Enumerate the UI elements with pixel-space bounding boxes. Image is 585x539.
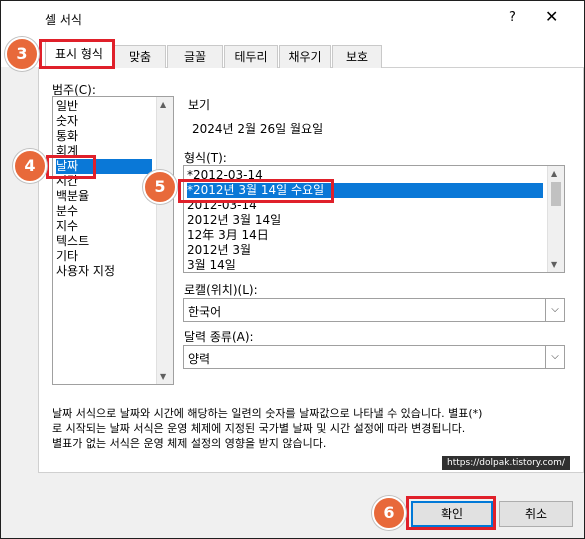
chevron-down-icon[interactable]: ⌵ xyxy=(545,346,564,368)
category-item[interactable]: 일반 xyxy=(56,99,78,114)
tab-fill[interactable]: 채우기 xyxy=(279,45,331,68)
callout-badge-5: 5 xyxy=(143,170,177,204)
tab-border[interactable]: 테두리 xyxy=(224,45,278,68)
category-item[interactable]: 통화 xyxy=(56,129,78,144)
description-line: 별표가 없는 서식은 운영 체제 설정의 영향을 받지 않습니다. xyxy=(52,437,327,450)
locale-select[interactable]: 한국어 ⌵ xyxy=(183,298,565,322)
format-cells-dialog: 셀 서식 ? ✕ 표시 형식 맞춤 글꼴 테두리 채우기 보호 범주(C): 일… xyxy=(0,0,585,539)
format-item[interactable]: 3월 14일 xyxy=(187,258,236,273)
category-item[interactable]: 기타 xyxy=(56,249,78,264)
callout-badge-3: 3 xyxy=(5,37,39,71)
watermark: https://dolpak.tistory.com/ xyxy=(442,456,570,470)
format-scrollbar[interactable]: ▲ ▼ xyxy=(547,166,564,272)
category-item[interactable]: 분수 xyxy=(56,204,78,219)
callout-badge-6: 6 xyxy=(372,496,406,530)
description-line: 로 시작되는 날짜 서식은 운영 체제에 지정된 국가별 날짜 및 시간 설정에… xyxy=(52,422,466,435)
cancel-button[interactable]: 취소 xyxy=(499,501,573,527)
locale-label: 로캘(위치)(L): xyxy=(184,283,258,297)
format-item[interactable]: 12年 3月 14日 xyxy=(187,228,269,243)
highlight-date-category xyxy=(46,155,96,179)
format-item[interactable]: 2012년 3월 14일 xyxy=(187,213,281,228)
chevron-down-icon[interactable]: ⌵ xyxy=(545,299,564,321)
scroll-down-icon[interactable]: ▼ xyxy=(551,260,557,269)
button-bar xyxy=(1,482,584,538)
category-list[interactable]: 일반 숫자 통화 회계 날짜 시간 백분율 분수 지수 텍스트 기타 사용자 지… xyxy=(52,96,174,385)
close-button[interactable]: ✕ xyxy=(545,7,558,26)
scroll-up-icon[interactable]: ▲ xyxy=(160,100,166,109)
dialog-title: 셀 서식 xyxy=(45,13,82,27)
scroll-down-icon[interactable]: ▼ xyxy=(160,372,166,381)
category-item[interactable]: 백분율 xyxy=(56,189,89,204)
calendar-select[interactable]: 양력 ⌵ xyxy=(183,345,565,369)
sample-box: 2024년 2월 26일 월요일 xyxy=(188,111,562,143)
sample-value: 2024년 2월 26일 월요일 xyxy=(192,122,324,136)
highlight-number-tab xyxy=(39,39,115,69)
category-item[interactable]: 지수 xyxy=(56,219,78,234)
category-item[interactable]: 숫자 xyxy=(56,114,78,129)
format-description: 날짜 서식으로 날짜와 시간에 해당하는 일련의 숫자를 날짜값으로 나타낼 수… xyxy=(52,406,572,451)
highlight-date-format xyxy=(178,179,334,203)
format-label: 형식(T): xyxy=(184,151,227,165)
tab-font[interactable]: 글꼴 xyxy=(167,45,223,68)
category-scrollbar[interactable]: ▲ ▼ xyxy=(156,97,173,384)
description-line: 날짜 서식으로 날짜와 시간에 해당하는 일련의 숫자를 날짜값으로 나타낼 수… xyxy=(52,407,483,420)
scroll-thumb[interactable] xyxy=(551,182,561,206)
scroll-up-icon[interactable]: ▲ xyxy=(551,169,557,178)
title-bar: 셀 서식 ? ✕ xyxy=(1,1,584,37)
locale-value: 한국어 xyxy=(188,305,222,319)
tab-protection[interactable]: 보호 xyxy=(332,45,382,68)
highlight-ok-button xyxy=(406,496,496,530)
category-item[interactable]: 사용자 지정 xyxy=(56,264,115,279)
category-item[interactable]: 텍스트 xyxy=(56,234,89,249)
format-item[interactable]: 2012년 3월 xyxy=(187,243,251,258)
calendar-value: 양력 xyxy=(188,352,211,366)
callout-badge-4: 4 xyxy=(13,149,47,183)
help-button[interactable]: ? xyxy=(509,10,516,25)
calendar-label: 달력 종류(A): xyxy=(184,330,254,344)
tab-alignment[interactable]: 맞춤 xyxy=(114,45,166,68)
